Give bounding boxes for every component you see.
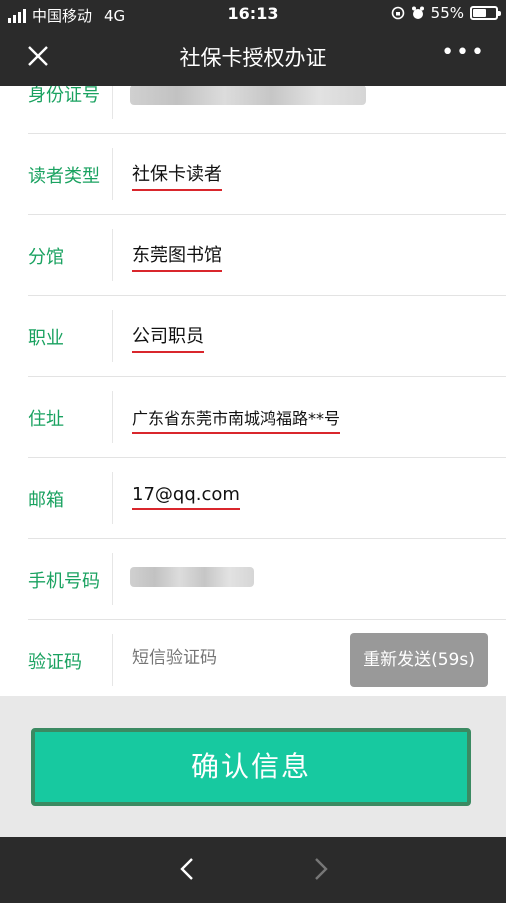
job-value[interactable]: 公司职员 (132, 322, 204, 353)
branch-row[interactable]: 分馆 东莞图书馆 (28, 215, 506, 296)
footer-area: 确认信息 (0, 696, 506, 837)
status-bar: 中国移动 4G 16:13 55% (0, 0, 506, 28)
resend-code-button[interactable]: 重新发送(59s) (350, 633, 488, 687)
job-row[interactable]: 职业 公司职员 (28, 296, 506, 377)
browser-toolbar (0, 837, 506, 903)
email-value[interactable]: 17@qq.com (132, 484, 240, 510)
branch-value[interactable]: 东莞图书馆 (132, 241, 222, 272)
phone-row: 手机号码 (28, 539, 506, 620)
status-right: 55% (391, 4, 501, 22)
id-number-value-blurred (130, 86, 366, 105)
forward-icon[interactable] (306, 855, 334, 883)
phone-value-blurred (130, 567, 254, 587)
code-label: 验证码 (28, 652, 82, 673)
registration-form: 身份证号 读者类型 社保卡读者 分馆 东莞图书馆 职业 公司职员 住址 广东省东… (0, 86, 506, 696)
address-label: 住址 (28, 409, 64, 430)
nav-bar: 社保卡授权办证 ••• (0, 28, 506, 86)
job-label: 职业 (28, 328, 64, 349)
alarm-icon (411, 6, 424, 19)
confirm-button[interactable]: 确认信息 (31, 728, 471, 806)
email-row[interactable]: 邮箱 17@qq.com (28, 458, 506, 539)
address-value[interactable]: 广东省东莞市南城鸿福路**号 (132, 405, 341, 434)
id-number-label: 身份证号 (28, 86, 100, 106)
page-title: 社保卡授权办证 (179, 46, 327, 70)
battery-percent: 55% (430, 4, 464, 22)
back-icon[interactable] (174, 855, 202, 883)
reader-type-value[interactable]: 社保卡读者 (132, 160, 222, 191)
email-label: 邮箱 (28, 490, 64, 511)
battery-icon (470, 6, 501, 20)
reader-type-row[interactable]: 读者类型 社保卡读者 (28, 134, 506, 215)
branch-label: 分馆 (28, 247, 64, 268)
address-row[interactable]: 住址 广东省东莞市南城鸿福路**号 (28, 377, 506, 458)
phone-label: 手机号码 (28, 571, 100, 592)
id-number-row: 身份证号 (28, 86, 506, 134)
reader-type-label: 读者类型 (28, 166, 100, 187)
more-menu-icon[interactable]: ••• (441, 40, 486, 65)
code-input[interactable] (132, 648, 332, 668)
code-row: 验证码 重新发送(59s) (28, 620, 506, 696)
rotation-lock-icon (391, 6, 404, 20)
